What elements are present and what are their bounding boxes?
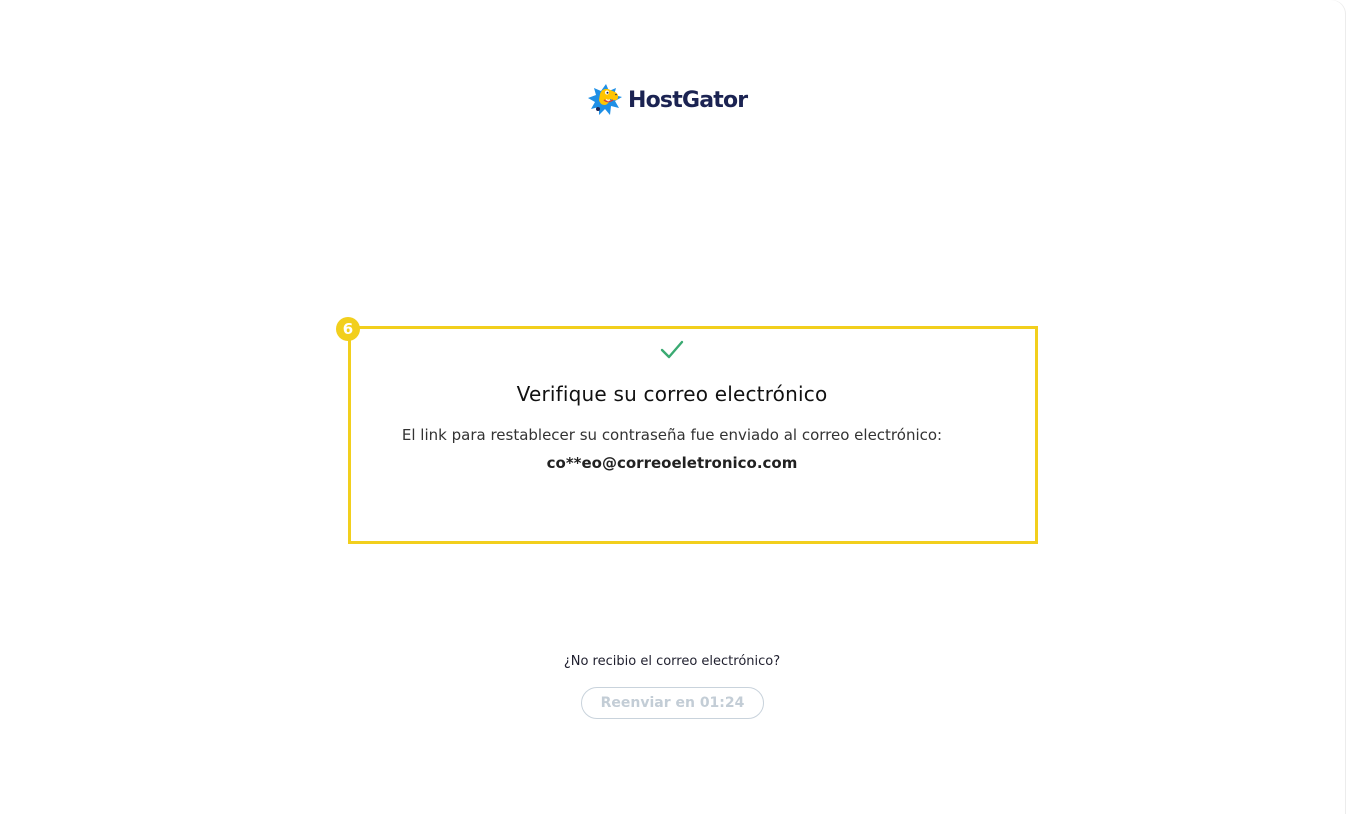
resend-question: ¿No recibio el correo electrónico? — [563, 654, 781, 669]
hostgator-logo: HostGator — [588, 82, 748, 118]
resend-button[interactable]: Reenviar en 01:24 — [581, 687, 764, 719]
gator-mascot-icon — [588, 84, 622, 115]
brand-name: HostGator — [628, 87, 748, 113]
page-title: Verifique su correo electrónico — [516, 382, 828, 406]
page-frame: HostGator 6 Verifique su correo electrón… — [0, 0, 1346, 814]
check-icon — [660, 340, 684, 359]
masked-email: co**eo@correoeletronico.com — [546, 454, 798, 472]
step-badge: 6 — [336, 317, 360, 341]
confirmation-message: El link para restablecer su contraseña f… — [401, 426, 943, 444]
